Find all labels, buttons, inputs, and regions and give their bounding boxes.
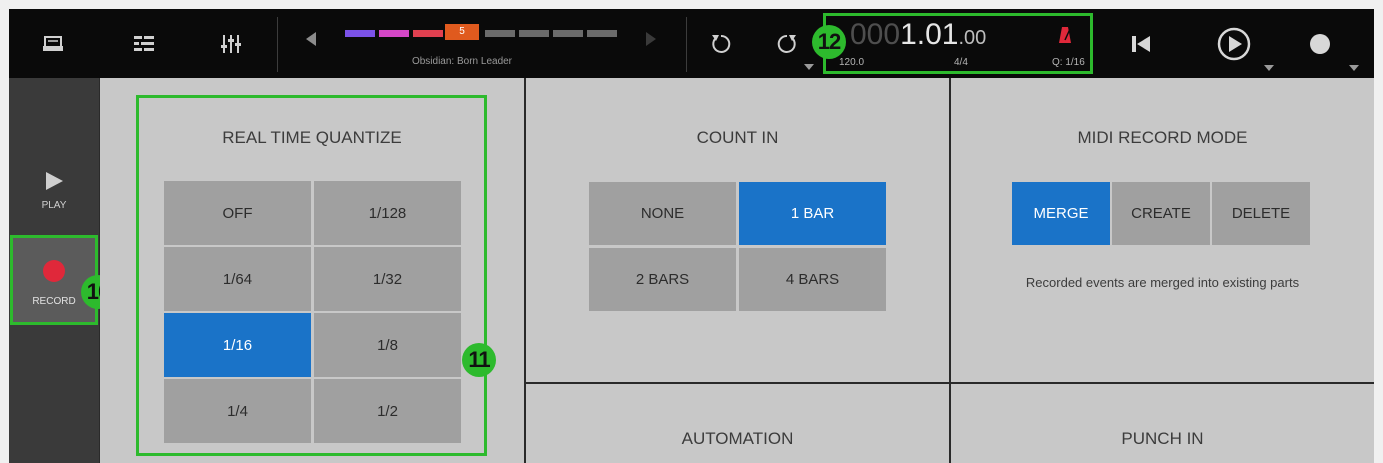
list-edit-icon[interactable]	[130, 9, 158, 78]
count-in-panel: COUNT IN NONE 1 BAR 2 BARS 4 BARS	[526, 78, 949, 382]
browser-tray-icon[interactable]	[39, 9, 67, 78]
count-in-option-none[interactable]: NONE	[589, 182, 736, 245]
next-sequence-icon[interactable]	[646, 32, 656, 46]
sequence-color-bar	[379, 30, 409, 37]
current-sequence-number[interactable]: 5	[445, 24, 479, 40]
count-in-option-2-bars[interactable]: 2 BARS	[589, 248, 736, 311]
sequence-name[interactable]: Obsidian: Born Leader	[382, 56, 542, 67]
play-mode-label: PLAY	[41, 200, 67, 211]
play-triangle-icon	[46, 172, 63, 190]
midi-record-mode-title: MIDI RECORD MODE	[1077, 128, 1248, 147]
midi-record-mode-panel: MIDI RECORD MODE MERGE CREATE DELETE Rec…	[951, 78, 1374, 382]
undo-icon[interactable]	[706, 9, 736, 78]
tempo-readout: 120.0	[839, 57, 865, 68]
midi-mode-description: Recorded events are merged into existing…	[1025, 275, 1300, 290]
record-dropdown-caret-icon[interactable]	[1349, 65, 1359, 71]
redo-dropdown-caret-icon[interactable]	[804, 64, 814, 70]
quantize-readout: Q: 1/16	[1052, 57, 1085, 68]
record-dot-icon	[43, 260, 65, 287]
skip-to-start-icon[interactable]	[1127, 9, 1155, 78]
play-mode-button[interactable]: PLAY	[9, 170, 99, 211]
quantize-highlight-frame	[136, 95, 487, 456]
sequence-color-bar	[553, 30, 583, 37]
top-toolbar: 5 Obsidian: Born Leader 0001.01.00 120.0…	[9, 9, 1374, 78]
sequence-color-bar	[485, 30, 515, 37]
sequence-color-bar	[413, 30, 443, 37]
punch-in-panel: PUNCH IN	[951, 384, 1374, 463]
callout-badge-12: 12	[812, 25, 846, 59]
mode-sidebar: PLAY RECORD 10	[9, 78, 115, 463]
midi-mode-option-create[interactable]: CREATE	[1112, 182, 1210, 245]
count-in-title: COUNT IN	[696, 128, 779, 147]
midi-mode-option-delete[interactable]: DELETE	[1212, 182, 1310, 245]
callout-badge-11: 11	[462, 343, 496, 377]
toolbar-divider	[277, 17, 278, 72]
position-counter[interactable]: 0001.01.00 120.0 4/4 Q: 1/16	[823, 13, 1093, 74]
position-readout: 0001.01.00	[850, 18, 987, 51]
count-in-option-4-bars[interactable]: 4 BARS	[739, 248, 886, 311]
punch-in-title: PUNCH IN	[1121, 429, 1204, 448]
time-signature: 4/4	[954, 57, 968, 68]
toolbar-divider	[686, 17, 687, 72]
sequence-color-bar	[519, 30, 549, 37]
automation-title: AUTOMATION	[681, 429, 794, 448]
play-dropdown-caret-icon[interactable]	[1264, 65, 1274, 71]
app-window: 5 Obsidian: Born Leader 0001.01.00 120.0…	[9, 9, 1374, 463]
sequence-color-bar	[587, 30, 617, 37]
play-icon[interactable]	[1214, 9, 1254, 78]
record-icon[interactable]	[1305, 9, 1335, 78]
count-in-option-1-bar[interactable]: 1 BAR	[739, 182, 886, 245]
previous-sequence-icon[interactable]	[306, 32, 316, 46]
mixer-sliders-icon[interactable]	[217, 9, 245, 78]
metronome-icon[interactable]	[1059, 27, 1071, 48]
sequence-color-bar	[345, 30, 375, 37]
redo-icon[interactable]	[772, 9, 802, 78]
automation-panel: AUTOMATION	[526, 384, 949, 463]
midi-mode-option-merge[interactable]: MERGE	[1012, 182, 1110, 245]
